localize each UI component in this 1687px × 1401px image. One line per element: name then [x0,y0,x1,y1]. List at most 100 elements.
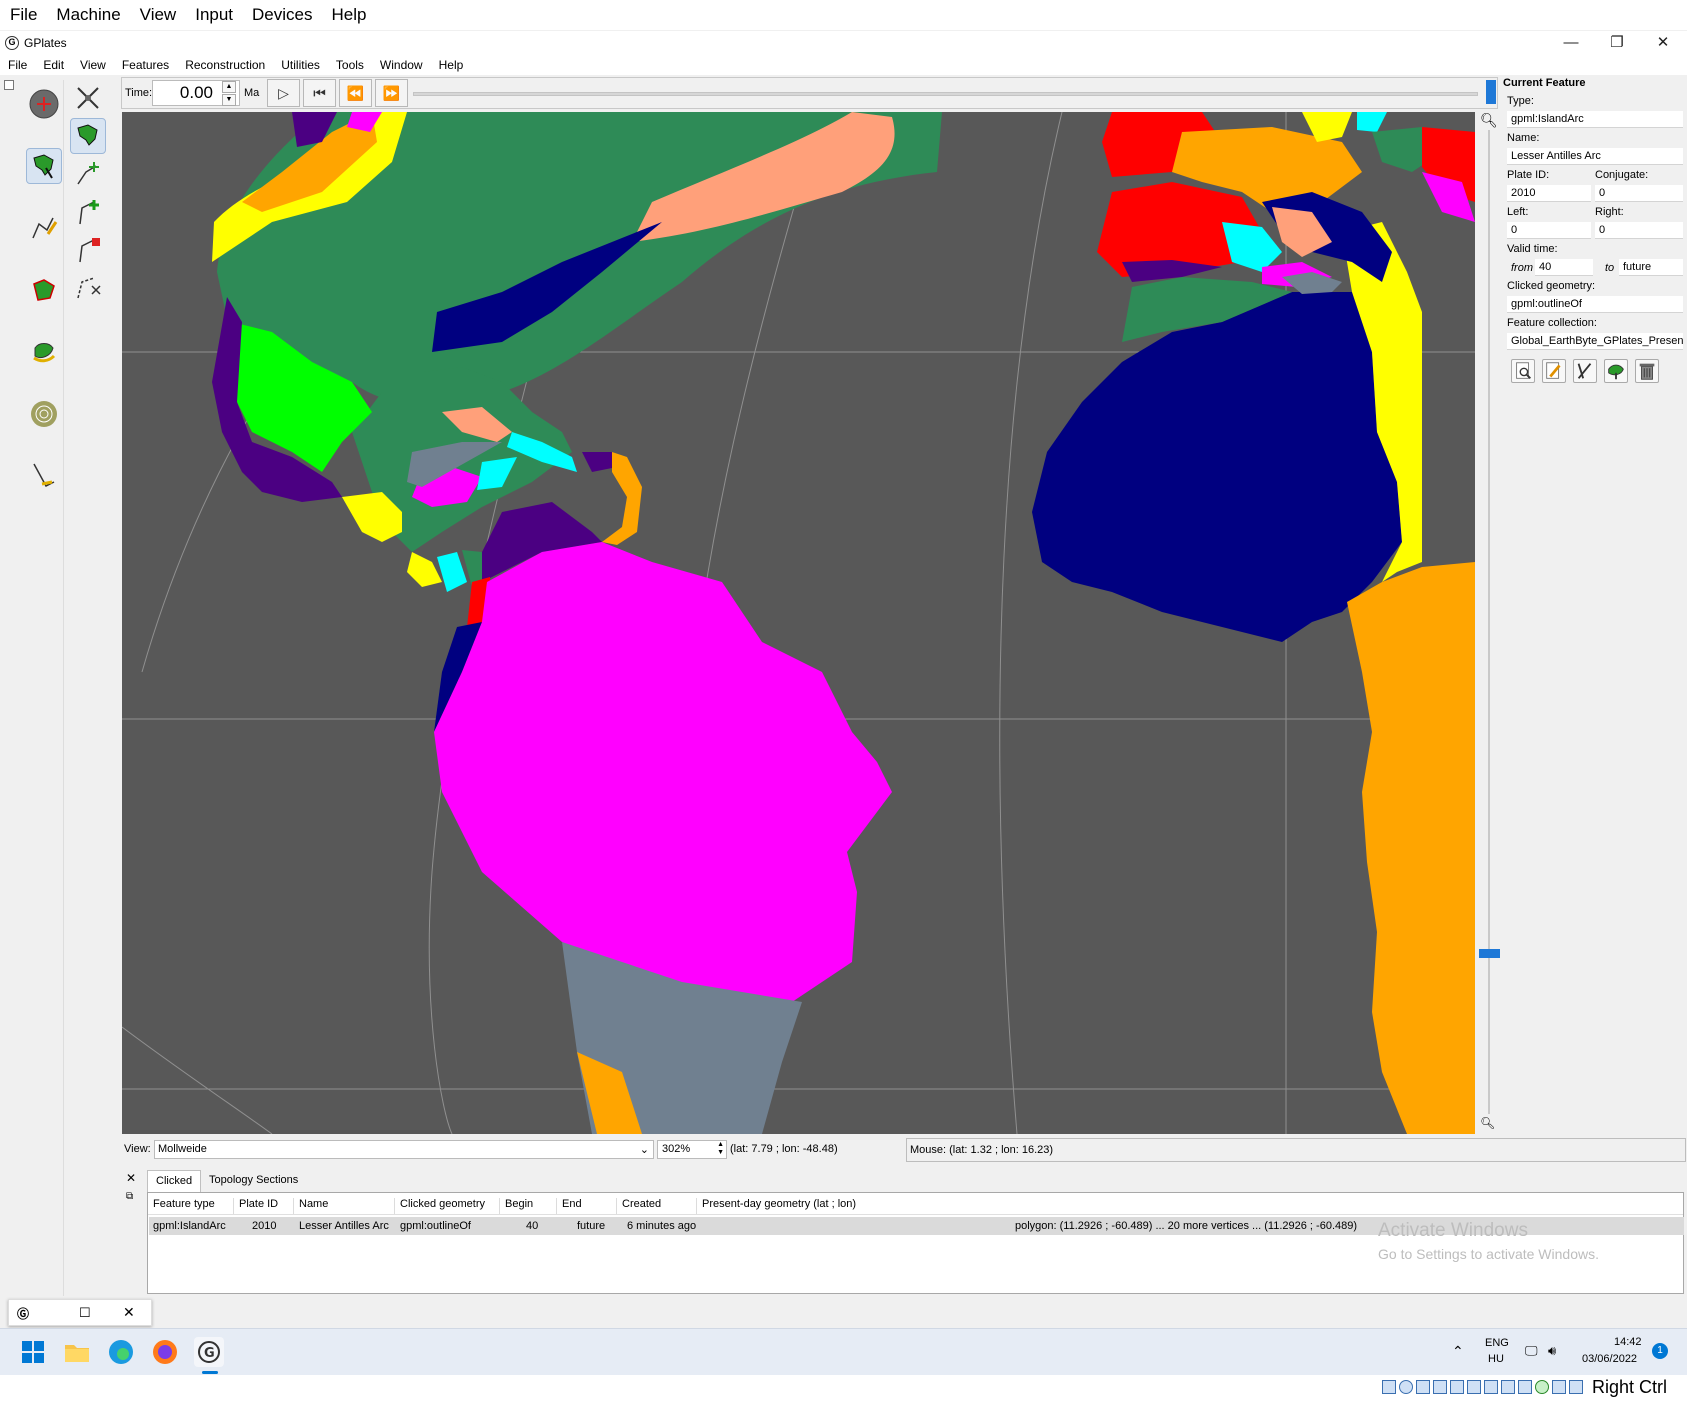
host-menu-machine[interactable]: Machine [56,5,120,25]
globe-canvas[interactable] [122,112,1475,1134]
palette-float-icon[interactable] [4,80,14,90]
build-topology-icon[interactable] [26,272,62,308]
recording-icon[interactable] [1501,1380,1515,1394]
keyboard-capture-icon[interactable] [1569,1380,1583,1394]
network-icon[interactable]: 🖵 [1525,1343,1538,1359]
menu-window[interactable]: Window [380,58,423,72]
audio-icon[interactable] [1416,1380,1430,1394]
maximize-button[interactable]: ❐ [1594,33,1640,53]
query-feature-icon[interactable] [1511,359,1535,383]
hdd-icon[interactable] [1382,1380,1396,1394]
play-button[interactable]: ▷ [267,79,300,107]
menu-reconstruction[interactable]: Reconstruction [185,58,265,72]
zoom-percent-field[interactable]: 302% ▲ ▼ [657,1140,727,1159]
start-icon[interactable] [18,1337,48,1367]
edit-feature-icon[interactable] [1542,359,1566,383]
column-end[interactable]: End [557,1198,617,1214]
right-plate-field[interactable]: 0 [1595,222,1683,239]
menu-view[interactable]: View [80,58,106,72]
menu-tools[interactable]: Tools [336,58,364,72]
plate-reconstruction-icon[interactable] [70,118,106,154]
drag-globe-icon[interactable] [26,86,62,122]
firefox-icon[interactable] [150,1337,180,1367]
type-field[interactable]: gpml:IslandArc [1507,111,1683,128]
dock-close-icon[interactable]: ✕ [126,1171,136,1185]
valid-time-from-field[interactable]: 40 [1535,259,1593,276]
conjugate-field[interactable]: 0 [1595,185,1683,202]
feature-collection-field[interactable]: Global_EarthByte_GPlates_PresentD [1507,333,1683,350]
time-decrement-icon[interactable]: ▼ [222,94,236,106]
host-menu-file[interactable]: File [10,5,37,25]
column-plate-id[interactable]: Plate ID [234,1198,294,1214]
choose-feature-icon[interactable] [26,148,62,184]
zoom-in-icon[interactable]: 🔍︎ [1480,112,1498,129]
clock-time[interactable]: 14:42 [1614,1336,1642,1348]
reset-time-button[interactable]: ⏮ [303,79,336,107]
mouse-integration-icon[interactable] [1552,1380,1566,1394]
delete-feature-icon[interactable] [1635,359,1659,383]
small-circle-icon[interactable] [26,396,62,432]
step-back-button[interactable]: ⏪ [339,79,372,107]
left-plate-field[interactable]: 0 [1507,222,1591,239]
clicked-geometry-field[interactable]: gpml:outlineOf [1507,296,1683,313]
time-slider-thumb[interactable] [1486,80,1496,104]
chevron-up-icon[interactable]: ⌃ [1452,1343,1464,1360]
host-menu-input[interactable]: Input [195,5,233,25]
column-present-day-geometry[interactable]: Present-day geometry (lat ; lon) [697,1198,997,1214]
menu-features[interactable]: Features [122,58,169,72]
thumb-close-icon[interactable]: ✕ [123,1304,135,1321]
column-clicked-geometry[interactable]: Clicked geometry [395,1198,500,1214]
display-icon[interactable] [1484,1380,1498,1394]
menu-edit[interactable]: Edit [43,58,64,72]
plate-id-field[interactable]: 2010 [1507,185,1591,202]
window-thumbnail[interactable]: Ⓖ ☐ ✕ [8,1299,152,1326]
usb-icon[interactable] [1450,1380,1464,1394]
reconstruction-pole-icon[interactable] [1604,359,1628,383]
valid-time-to-field[interactable]: future [1619,259,1683,276]
time-slider[interactable] [413,92,1478,96]
zoom-spin-icon[interactable]: ▲ ▼ [717,1141,724,1157]
edit-topology-icon[interactable] [26,334,62,370]
zoom-slider[interactable] [1488,130,1490,1114]
menu-help[interactable]: Help [439,58,464,72]
insert-vertex-icon[interactable] [70,194,106,230]
column-feature-type[interactable]: Feature type [148,1198,234,1214]
move-pole-icon[interactable] [70,80,106,116]
volume-icon[interactable]: 🔊︎ [1548,1343,1556,1359]
tab-topology-sections[interactable]: Topology Sections [201,1170,306,1192]
split-feature-icon[interactable] [70,270,106,306]
menu-file[interactable]: File [8,58,27,72]
notification-badge[interactable]: 1 [1652,1343,1668,1359]
minimize-button[interactable]: — [1548,33,1594,53]
host-menu-devices[interactable]: Devices [252,5,312,25]
tab-clicked[interactable]: Clicked [147,1170,202,1192]
time-increment-icon[interactable]: ▲ [222,81,236,93]
thumb-maximize-icon[interactable]: ☐ [79,1305,91,1321]
language-indicator[interactable]: ENG [1485,1337,1509,1349]
name-field[interactable]: Lesser Antilles Arc [1507,148,1683,165]
projection-select[interactable]: Mollweide ⌄ [154,1140,654,1159]
column-created[interactable]: Created [617,1198,697,1214]
gplates-icon[interactable]: G [194,1337,224,1367]
clock-date[interactable]: 03/06/2022 [1582,1353,1637,1365]
file-explorer-icon[interactable] [62,1337,92,1367]
move-vertex-icon[interactable] [70,156,106,192]
menu-utilities[interactable]: Utilities [281,58,320,72]
network-adapter-icon[interactable] [1433,1380,1447,1394]
step-forward-button[interactable]: ⏩ [375,79,408,107]
virtualization-icon[interactable] [1518,1380,1532,1394]
measure-distance-icon[interactable] [26,458,62,494]
region-indicator[interactable]: HU [1488,1353,1504,1365]
optical-drive-icon[interactable] [1399,1380,1413,1394]
dock-float-icon[interactable]: ⧉ [126,1191,133,1202]
edge-icon[interactable] [106,1337,136,1367]
column-begin[interactable]: Begin [500,1198,557,1214]
column-name[interactable]: Name [294,1198,395,1214]
manage-pole-icon[interactable] [1573,359,1597,383]
shared-folders-icon[interactable] [1467,1380,1481,1394]
delete-vertex-icon[interactable] [70,232,106,268]
zoom-out-icon[interactable]: 🔍︎ [1480,1116,1495,1130]
host-menu-view[interactable]: View [140,5,177,25]
zoom-slider-thumb[interactable] [1479,949,1500,958]
guest-additions-icon[interactable] [1535,1380,1549,1394]
